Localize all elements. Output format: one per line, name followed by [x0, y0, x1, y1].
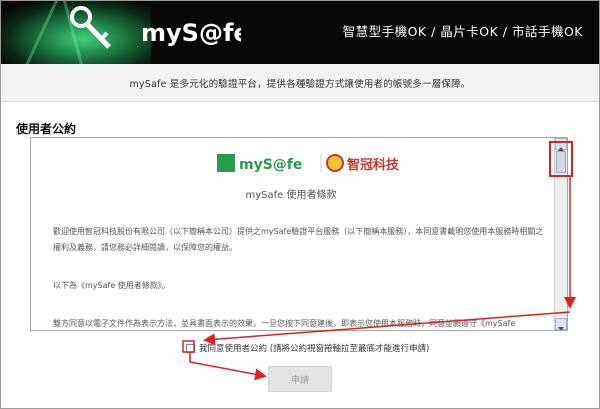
chevron-down-icon — [558, 327, 564, 330]
apply-button[interactable]: 申請 — [268, 366, 332, 392]
company-emblem-icon — [326, 154, 344, 172]
terms-paragraph: 以下為《mySafe 使用者條款》。 — [53, 281, 170, 290]
agree-checkbox[interactable] — [186, 343, 195, 353]
terms-logos: myS@fe 智冠科技 — [217, 154, 400, 173]
scroll-thumb[interactable] — [556, 151, 566, 173]
site-header: myS@fe 智慧型手機OK / 晶片卡OK / 市話手機OK — [1, 1, 599, 64]
terms-title: mySafe 使用者條款 — [245, 190, 337, 201]
key-icon — [70, 6, 111, 49]
terms-scroll-box[interactable]: myS@fe 智冠科技 mySafe 使用者條款 歡迎使用智冠科技股份有限公司（… — [30, 137, 568, 331]
platform-notice: mySafe 是多元化的驗證平台，提供各種驗證方式讓使用者的帳號多一層保障。 — [129, 79, 471, 90]
terms-logo-right: 智冠科技 — [347, 157, 400, 173]
mysafe-logo-text: myS@fe — [141, 19, 241, 47]
header-tagline: 智慧型手機OK / 晶片卡OK / 市話手機OK — [342, 24, 583, 39]
scroll-down-button[interactable] — [555, 318, 567, 330]
section-title: 使用者公約 — [16, 122, 77, 136]
scroll-up-button[interactable] — [555, 138, 567, 151]
terms-scrollbar[interactable] — [554, 138, 567, 330]
terms-paragraph: 雙方同意以電子文件作為表示方法，並具書面表示的效果，一旦您按下同意建後，即表示您… — [53, 319, 516, 328]
mysafe-mark-icon — [217, 154, 235, 172]
notice-bar: mySafe 是多元化的驗證平台，提供各種驗證方式讓使用者的帳號多一層保障。 — [1, 64, 599, 102]
agree-row[interactable]: 我同意使用者公約 (請將公約視窗捲軸拉至最底才能進行申請) — [186, 342, 429, 354]
agree-label: 我同意使用者公約 (請將公約視窗捲軸拉至最底才能進行申請) — [199, 344, 430, 354]
mysafe-logo[interactable]: myS@fe — [141, 15, 241, 49]
terms-paragraph: 歡迎使用智冠科技股份有限公司（以下簡稱本公司）提供之mySafe驗證平台服務（以… — [53, 227, 544, 252]
terms-logo-left: myS@fe — [239, 157, 302, 173]
